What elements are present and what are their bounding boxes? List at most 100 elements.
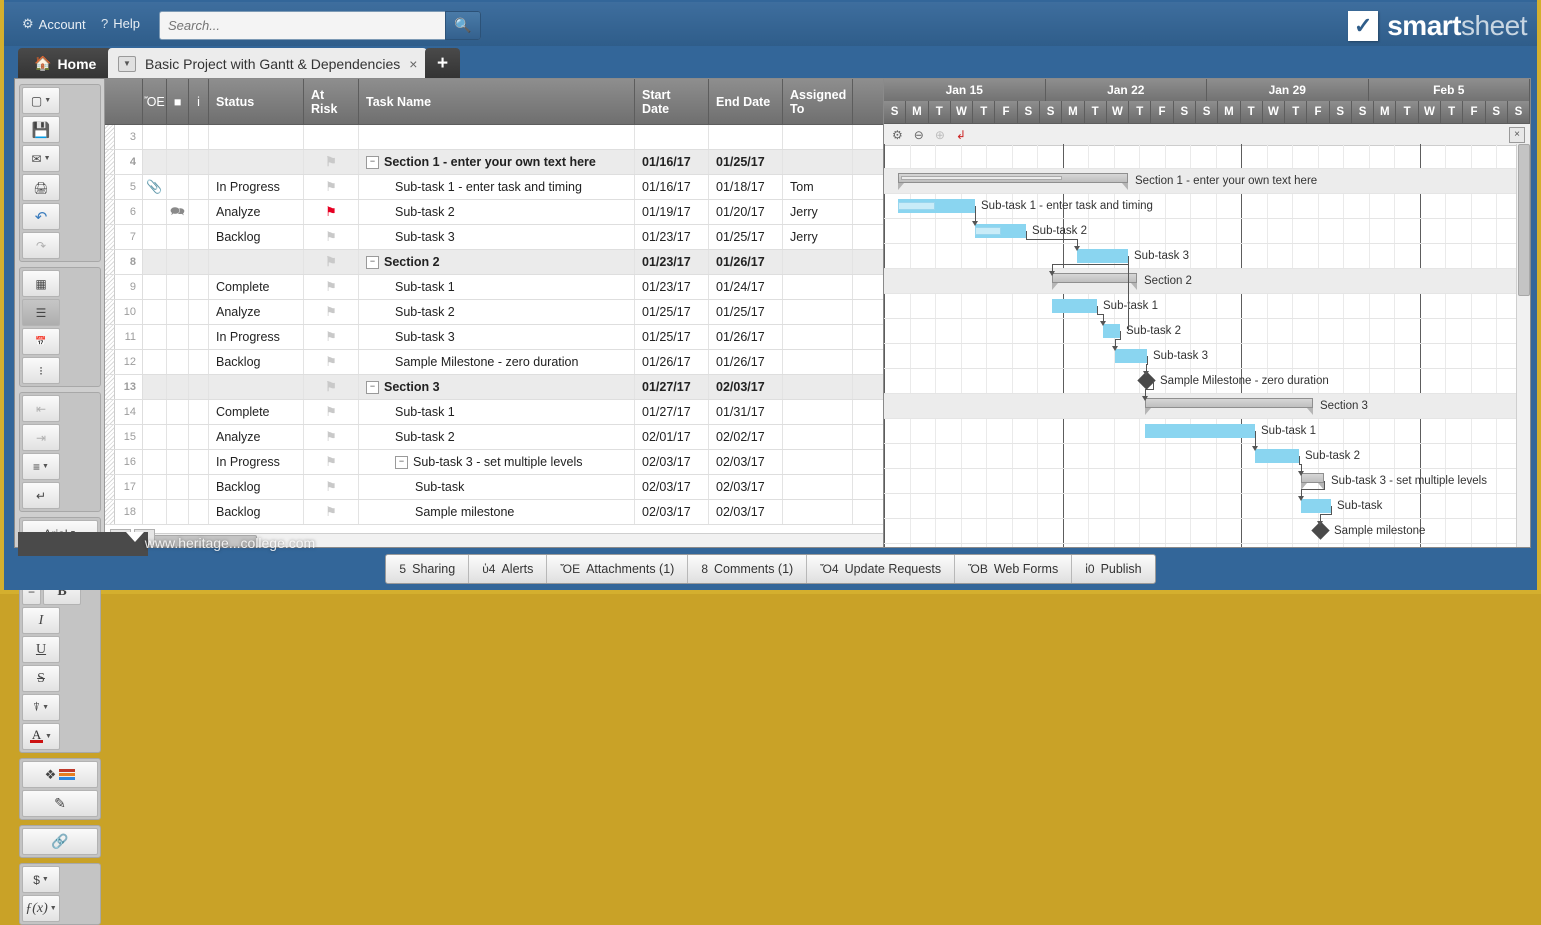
row-handle[interactable] bbox=[105, 325, 115, 349]
indent-button[interactable]: ⇥ bbox=[22, 424, 60, 451]
cell-task[interactable]: Sample Milestone - zero duration bbox=[359, 350, 635, 374]
cell-end-date[interactable]: 02/03/17 bbox=[709, 500, 783, 524]
row-handle[interactable] bbox=[105, 400, 115, 424]
cell-attach[interactable] bbox=[143, 425, 167, 449]
gantt-summary-bar[interactable] bbox=[1145, 398, 1313, 408]
row-handle[interactable] bbox=[105, 125, 115, 149]
grid-header-task[interactable]: Task Name bbox=[359, 79, 635, 124]
zoom-in-icon[interactable]: ⊕ bbox=[935, 128, 945, 142]
cell-end-date[interactable]: 01/26/17 bbox=[709, 250, 783, 274]
cell-end-date[interactable]: 02/02/17 bbox=[709, 425, 783, 449]
cell-attach[interactable] bbox=[143, 200, 167, 224]
table-row[interactable]: 12Backlog⚑Sample Milestone - zero durati… bbox=[105, 350, 883, 375]
table-row[interactable]: 18Backlog⚑Sample milestone02/03/1702/03/… bbox=[105, 500, 883, 525]
cell-assigned-to[interactable] bbox=[783, 325, 853, 349]
row-handle[interactable] bbox=[105, 250, 115, 274]
print-button[interactable]: 🖨 bbox=[22, 174, 60, 201]
grid-header-end[interactable]: End Date bbox=[709, 79, 783, 124]
cell-start-date[interactable]: 01/27/17 bbox=[635, 375, 709, 399]
grid-view-button[interactable]: ▦ bbox=[22, 270, 60, 297]
cell-task[interactable]: −Section 3 bbox=[359, 375, 635, 399]
cell-end-date[interactable]: 01/24/17 bbox=[709, 275, 783, 299]
cell-attach[interactable] bbox=[143, 375, 167, 399]
cell-atrisk[interactable]: ⚑ bbox=[304, 275, 359, 299]
cell-atrisk[interactable]: ⚑ bbox=[304, 425, 359, 449]
table-row[interactable]: 17Backlog⚑Sub-task02/03/1702/03/17 bbox=[105, 475, 883, 500]
cell-info[interactable] bbox=[189, 275, 209, 299]
row-handle[interactable] bbox=[105, 300, 115, 324]
row-handle[interactable] bbox=[105, 425, 115, 449]
cell-end-date[interactable]: 01/31/17 bbox=[709, 400, 783, 424]
attachments-button[interactable]: ὌEAttachments (1) bbox=[547, 555, 688, 583]
gantt-task-bar[interactable] bbox=[1115, 349, 1147, 363]
help-menu[interactable]: ? Help bbox=[101, 16, 140, 31]
cell-start-date[interactable]: 02/03/17 bbox=[635, 475, 709, 499]
table-row[interactable]: 11In Progress⚑Sub-task 301/25/1701/26/17 bbox=[105, 325, 883, 350]
cell-atrisk[interactable]: ⚑ bbox=[304, 475, 359, 499]
cell-info[interactable] bbox=[189, 350, 209, 374]
collapse-toggle[interactable]: − bbox=[366, 156, 379, 169]
cell-end[interactable] bbox=[709, 125, 783, 149]
cell-status[interactable]: Analyze bbox=[209, 300, 304, 324]
cell-assigned-to[interactable]: Tom bbox=[783, 175, 853, 199]
gantt-task-bar[interactable] bbox=[1301, 499, 1331, 513]
collapse-toggle[interactable]: − bbox=[366, 256, 379, 269]
tab-document[interactable]: ▼ Basic Project with Gantt & Dependencie… bbox=[108, 48, 427, 79]
cell-start-date[interactable]: 02/03/17 bbox=[635, 450, 709, 474]
cell-info[interactable] bbox=[189, 425, 209, 449]
table-row[interactable]: 14Complete⚑Sub-task 101/27/1701/31/17 bbox=[105, 400, 883, 425]
cell-status[interactable]: Backlog bbox=[209, 475, 304, 499]
cell-info[interactable] bbox=[189, 475, 209, 499]
cell-atrisk[interactable]: ⚑ bbox=[304, 450, 359, 474]
cell-comment[interactable] bbox=[167, 350, 189, 374]
alerts-button[interactable]: ὑ4Alerts bbox=[469, 555, 547, 583]
cell-info[interactable] bbox=[189, 375, 209, 399]
cell-info[interactable] bbox=[189, 450, 209, 474]
table-row[interactable]: 3 bbox=[105, 125, 883, 150]
cell-end-date[interactable]: 01/25/17 bbox=[709, 300, 783, 324]
cell-comment[interactable] bbox=[167, 450, 189, 474]
cell-assigned-to[interactable] bbox=[783, 375, 853, 399]
cell-atrisk[interactable]: ⚑ bbox=[304, 150, 359, 174]
cell-comment[interactable]: 🗪 bbox=[167, 200, 189, 224]
row-handle[interactable] bbox=[105, 375, 115, 399]
row-handle[interactable] bbox=[105, 350, 115, 374]
row-handle[interactable] bbox=[105, 175, 115, 199]
gantt-task-bar[interactable] bbox=[1145, 424, 1255, 438]
cell-task[interactable]: Sub-task bbox=[359, 475, 635, 499]
gantt-summary-bar[interactable] bbox=[898, 173, 1128, 183]
cell-attach[interactable] bbox=[143, 225, 167, 249]
web-forms-button[interactable]: ὌBWeb Forms bbox=[955, 555, 1072, 583]
text-color-button[interactable]: A ▼ bbox=[22, 723, 60, 750]
align-button[interactable]: ≡▼ bbox=[22, 453, 60, 480]
highlighter-button[interactable]: ✎ bbox=[22, 790, 98, 817]
save-button[interactable]: 💾 bbox=[22, 116, 60, 143]
cell-info[interactable] bbox=[189, 225, 209, 249]
cell-start-date[interactable]: 01/27/17 bbox=[635, 400, 709, 424]
gantt-task-bar[interactable] bbox=[975, 224, 1026, 238]
cell-start-date[interactable]: 02/03/17 bbox=[635, 500, 709, 524]
cell-info[interactable] bbox=[189, 150, 209, 174]
cell-atrisk[interactable]: ⚑ bbox=[304, 500, 359, 524]
cell-task[interactable] bbox=[359, 125, 635, 149]
cell-info[interactable] bbox=[189, 325, 209, 349]
cell-task[interactable]: Sample milestone bbox=[359, 500, 635, 524]
cell-status[interactable]: In Progress bbox=[209, 175, 304, 199]
cell-task[interactable]: Sub-task 1 - enter task and timing bbox=[359, 175, 635, 199]
grid-header-attach[interactable]: ὌE bbox=[143, 79, 167, 124]
cell-info[interactable] bbox=[189, 125, 209, 149]
table-row[interactable]: 9Complete⚑Sub-task 101/23/1701/24/17 bbox=[105, 275, 883, 300]
cell-attach[interactable] bbox=[143, 325, 167, 349]
cell-info[interactable] bbox=[189, 175, 209, 199]
cell-comment[interactable] bbox=[167, 175, 189, 199]
formula-button[interactable]: ƒ(x)▼ bbox=[22, 895, 60, 922]
gantt-task-bar[interactable] bbox=[1103, 324, 1120, 338]
cell-assigned-to[interactable] bbox=[783, 300, 853, 324]
cell-start[interactable] bbox=[635, 125, 709, 149]
gantt-task-bar[interactable] bbox=[1052, 299, 1097, 313]
cell-task[interactable]: Sub-task 2 bbox=[359, 200, 635, 224]
cell-comment[interactable] bbox=[167, 125, 189, 149]
cell-status[interactable]: Backlog bbox=[209, 350, 304, 374]
table-row[interactable]: 4⚑−Section 1 - enter your own text here0… bbox=[105, 150, 883, 175]
cell-end-date[interactable]: 02/03/17 bbox=[709, 450, 783, 474]
